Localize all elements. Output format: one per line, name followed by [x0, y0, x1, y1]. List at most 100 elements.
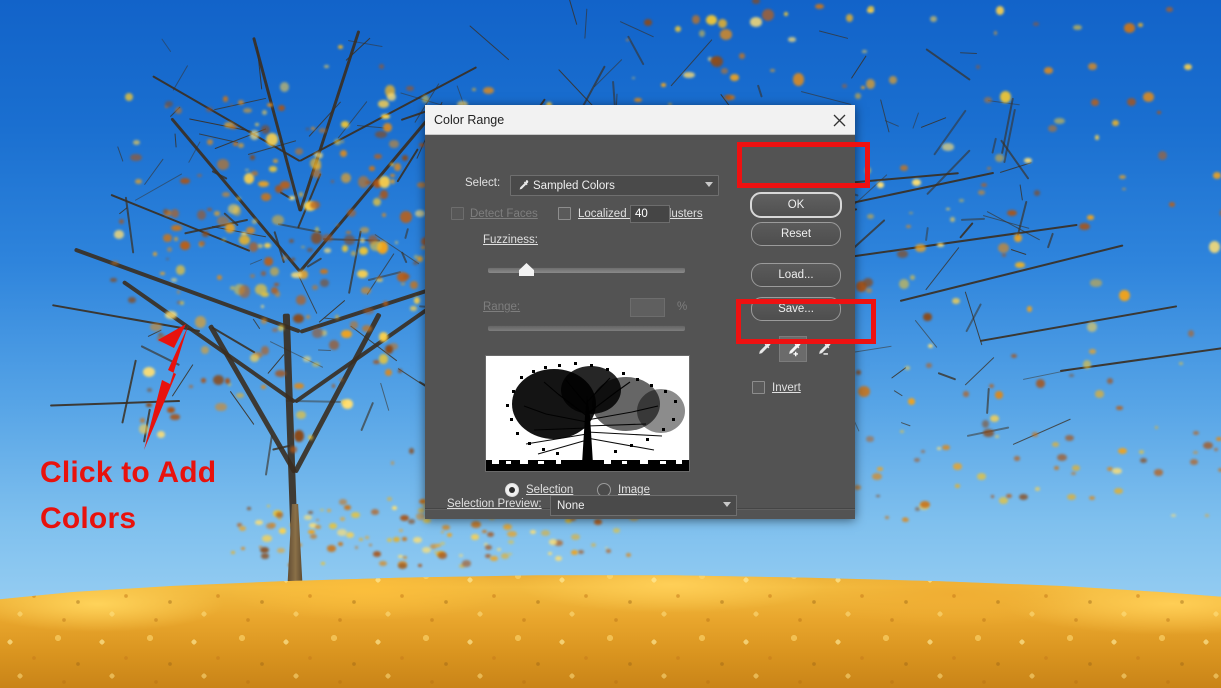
load-button[interactable]: Load... — [751, 263, 841, 287]
foliage-leaf — [372, 197, 382, 206]
foliage-leaf — [304, 514, 313, 521]
foliage-leaf — [173, 237, 178, 241]
mask-preview[interactable] — [485, 355, 690, 472]
foliage-leaf — [334, 139, 342, 146]
foliage-leaf — [338, 541, 344, 546]
foliage-leaf — [221, 192, 230, 198]
fuzziness-slider-track[interactable] — [488, 267, 685, 273]
foliage-leaf — [739, 53, 746, 59]
foliage-leaf — [202, 230, 209, 238]
foliage-leaf — [170, 208, 179, 218]
foliage-leaf — [110, 277, 117, 283]
foliage-leaf — [361, 287, 372, 294]
foliage-leaf — [1157, 151, 1168, 161]
foliage-leaf — [392, 537, 401, 543]
foliage-leaf — [461, 560, 471, 567]
foliage-leaf — [910, 275, 916, 280]
foliage-leaf — [413, 261, 419, 265]
foliage-leaf — [729, 74, 740, 81]
foliage-leaf — [199, 241, 205, 246]
foliage-leaf — [995, 153, 1005, 162]
reset-button[interactable]: Reset — [751, 222, 841, 246]
foliage-leaf — [400, 283, 405, 286]
foliage-leaf — [307, 510, 314, 515]
foliage-leaf — [1001, 252, 1007, 257]
foliage-leaf — [339, 516, 346, 521]
tree-twig — [850, 55, 867, 80]
foliage-leaf — [315, 518, 319, 521]
foliage-leaf — [402, 537, 408, 542]
foliage-leaf — [414, 210, 425, 217]
foliage-leaf — [379, 354, 388, 364]
invert-checkbox[interactable] — [752, 381, 765, 394]
invert-row[interactable]: Invert — [752, 381, 801, 394]
foliage-leaf — [441, 530, 445, 533]
foliage-leaf — [254, 284, 267, 295]
fuzziness-input[interactable]: 40 — [630, 205, 670, 223]
foliage-leaf — [278, 104, 286, 111]
foliage-leaf — [942, 143, 954, 151]
foliage-leaf — [300, 245, 305, 249]
dialog-title: Color Range — [434, 112, 505, 127]
selection-preview-value: None — [557, 499, 585, 512]
foliage-leaf — [1117, 447, 1127, 454]
foliage-leaf — [422, 547, 431, 554]
foliage-leaf — [998, 243, 1010, 254]
close-icon[interactable] — [828, 109, 850, 131]
foliage-leaf — [860, 85, 866, 89]
range-label-row: Range: — [483, 301, 520, 313]
foliage-leaf — [133, 139, 141, 145]
foliage-leaf — [349, 321, 359, 329]
tree-twig — [400, 110, 428, 121]
foliage-leaf — [625, 553, 631, 557]
foliage-leaf — [249, 274, 255, 279]
selection-radio[interactable] — [505, 483, 519, 497]
foliage-leaf — [486, 531, 494, 537]
foliage-leaf — [989, 383, 994, 388]
detect-faces-row[interactable]: Detect Faces — [451, 207, 538, 220]
foliage-leaf — [634, 97, 642, 102]
localized-color-clusters-checkbox[interactable] — [558, 207, 571, 220]
foliage-leaf — [418, 564, 423, 567]
foliage-leaf — [1019, 493, 1029, 501]
range-value-field[interactable] — [630, 298, 665, 317]
foliage-leaf — [238, 142, 244, 148]
foliage-leaf — [987, 167, 991, 171]
foliage-leaf — [975, 64, 980, 70]
foliage-leaf — [351, 251, 356, 257]
foliage-leaf — [571, 550, 579, 555]
foliage-leaf — [260, 304, 264, 309]
foliage-leaf — [320, 268, 329, 274]
foliage-leaf — [643, 19, 652, 27]
tree-twig — [1010, 249, 1027, 256]
foliage-leaf — [307, 435, 314, 440]
foliage-leaf — [384, 345, 393, 354]
foliage-leaf — [866, 436, 874, 442]
detect-faces-checkbox[interactable] — [451, 207, 464, 220]
foliage-leaf — [361, 324, 373, 332]
foliage-leaf — [279, 181, 291, 189]
select-dropdown[interactable]: Sampled Colors — [510, 175, 719, 196]
foliage-leaf — [249, 353, 259, 363]
fuzziness-slider-thumb[interactable] — [519, 263, 534, 276]
foliage-leaf — [908, 211, 914, 215]
range-slider-track[interactable] — [488, 325, 685, 331]
foliage-leaf — [1154, 425, 1159, 430]
dialog-titlebar[interactable]: Color Range — [425, 105, 855, 135]
ok-button[interactable]: OK — [750, 192, 842, 218]
foliage-leaf — [724, 94, 731, 99]
tree-twig — [670, 39, 713, 87]
foliage-leaf — [625, 38, 629, 41]
foliage-leaf — [340, 150, 348, 158]
selection-preview-dropdown[interactable]: None — [550, 495, 737, 516]
foliage-leaf — [261, 553, 269, 559]
foliage-leaf — [369, 165, 375, 171]
foliage-leaf — [981, 419, 990, 429]
foliage-leaf — [711, 56, 723, 68]
tree-twig — [584, 8, 588, 39]
foliage-leaf — [378, 63, 385, 69]
foliage-leaf — [1035, 487, 1041, 491]
foliage-leaf — [239, 285, 251, 298]
foliage-leaf — [446, 533, 452, 537]
foliage-leaf — [249, 155, 256, 161]
